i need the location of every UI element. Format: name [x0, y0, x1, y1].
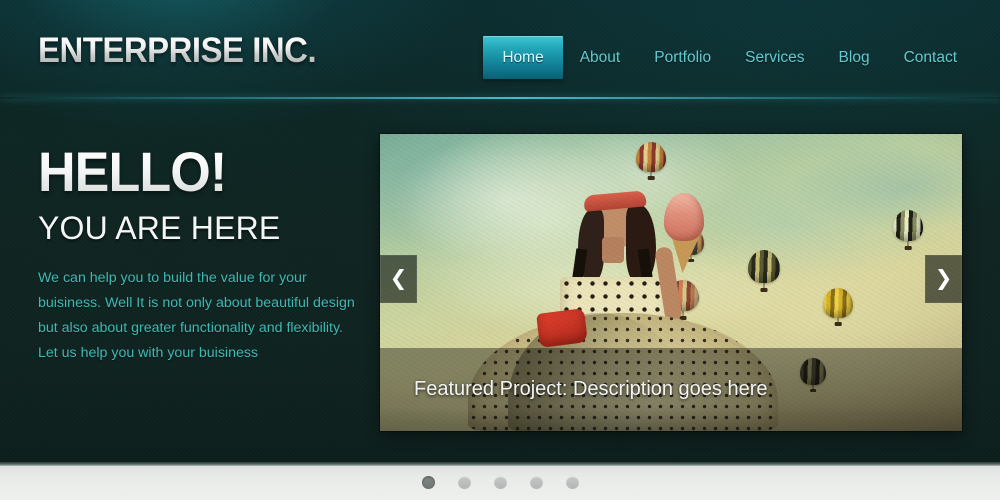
nav-item-portfolio[interactable]: Portfolio [637, 36, 728, 79]
slider-caption-band: Featured Project: Description goes here [380, 348, 962, 431]
nav-item-home[interactable]: Home [483, 36, 563, 79]
hero-paragraph: We can help you to build the value for y… [38, 270, 355, 361]
pagination-dot-1[interactable] [421, 476, 435, 489]
pagination-dot-5[interactable] [565, 476, 579, 489]
slider-prev-arrow-icon[interactable]: ❮ [380, 255, 417, 303]
hero-copy: HELLO! YOU ARE HERE We can help you to b… [38, 144, 358, 366]
pagination-dot-4[interactable] [529, 476, 543, 489]
nav-item-blog[interactable]: Blog [822, 36, 887, 79]
hero-subheadline: YOU ARE HERE [38, 210, 281, 246]
site-logo[interactable]: ENTERPRISE INC. [38, 32, 317, 70]
slider-pagination [0, 476, 1000, 489]
nav-item-about[interactable]: About [563, 36, 638, 79]
hero-headline: HELLO! [38, 144, 336, 200]
pagination-dot-3[interactable] [493, 476, 507, 489]
slider-next-arrow-icon[interactable]: ❯ [925, 255, 962, 303]
pagination-dot-2[interactable] [457, 476, 471, 489]
page-root: ENTERPRISE INC. Home About Portfolio Servic… [0, 0, 1000, 500]
main-navigation: Home About Portfolio Services Blog Contact [483, 36, 974, 79]
slider-caption: Featured Project: Description goes here [414, 378, 768, 400]
nav-item-contact[interactable]: Contact [887, 36, 974, 79]
footer-top-edge [0, 462, 1000, 466]
featured-slider[interactable]: Featured Project: Description goes here … [380, 134, 962, 431]
nav-item-services[interactable]: Services [728, 36, 821, 79]
site-header: ENTERPRISE INC. Home About Portfolio Servic… [0, 0, 1000, 98]
